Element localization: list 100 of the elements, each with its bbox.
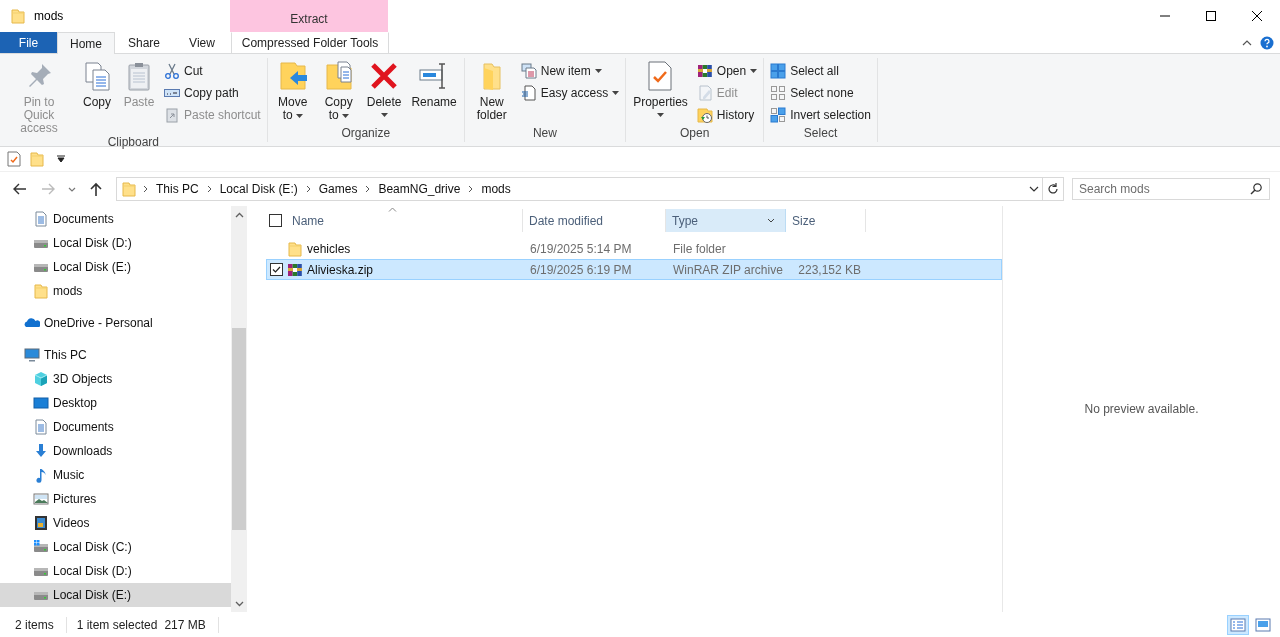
film-icon (33, 515, 49, 531)
date-modified: 6/19/2025 6:19 PM (530, 262, 632, 277)
forward-icon (40, 181, 56, 197)
nav-item[interactable]: Videos (0, 511, 231, 535)
breadcrumb[interactable]: BeamNG_drive (376, 182, 463, 196)
ribbon-command[interactable]: Copy path (161, 82, 264, 104)
preview-message: No preview available. (1084, 402, 1199, 416)
folder-icon (33, 283, 49, 299)
back-icon (12, 181, 28, 197)
file-row[interactable]: vehicles 6/19/2025 5:14 PM File folder (266, 238, 1002, 259)
select-all-checkbox[interactable] (269, 214, 282, 227)
ribbon-tab[interactable]: Compressed Folder Tools (231, 32, 389, 53)
chevron-icon (305, 185, 311, 193)
up-icon (88, 181, 104, 197)
chevron-icon (206, 185, 212, 193)
file-size: 223,152 KB (798, 262, 861, 277)
folder-icon (287, 240, 303, 257)
ribbon-command[interactable]: History (693, 104, 761, 126)
nav-item[interactable]: Documents (0, 415, 231, 439)
cube-icon (33, 371, 49, 387)
nav-item[interactable]: This PC (0, 343, 231, 367)
ribbon-group-label: Open (678, 126, 711, 142)
date-modified: 6/19/2025 5:14 PM (530, 241, 632, 256)
breadcrumb[interactable]: Games (316, 182, 360, 196)
scroll-down-icon[interactable] (234, 600, 244, 607)
ribbon-command[interactable]: Properties (629, 58, 692, 126)
nav-item[interactable]: Pictures (0, 487, 231, 511)
breadcrumb[interactable]: This PC (154, 182, 201, 196)
documents-icon (33, 419, 49, 435)
chevron-down-icon[interactable] (767, 218, 775, 223)
nav-item[interactable]: Local Disk (D:) (0, 231, 231, 255)
search-field[interactable]: Search mods (1072, 178, 1270, 200)
nav-item[interactable]: 3D Objects (0, 367, 231, 391)
ribbon-command[interactable]: Delete (362, 58, 406, 126)
nav-item[interactable]: Documents (0, 207, 231, 231)
select-all-icon (770, 63, 787, 79)
scrollbar[interactable] (231, 206, 247, 612)
ribbon-tab[interactable]: Home (57, 32, 115, 54)
edit-icon (696, 85, 713, 101)
nav-item[interactable]: OneDrive - Personal (0, 311, 231, 335)
selection-size: 217 MB (164, 617, 206, 632)
file-type: WinRAR ZIP archive (673, 262, 783, 277)
checkbox[interactable] (270, 263, 283, 276)
pictures-icon (33, 491, 49, 507)
scrollbar-thumb[interactable] (232, 328, 246, 530)
file-type: File folder (673, 241, 726, 256)
archive-icon (287, 261, 303, 278)
ribbon-tab[interactable]: File (0, 32, 57, 53)
collapse-ribbon-icon[interactable] (1242, 39, 1252, 46)
nav-item[interactable]: Music (0, 463, 231, 487)
breadcrumb[interactable]: mods (479, 182, 513, 196)
column-header[interactable]: Name (266, 209, 523, 232)
ribbon-command[interactable]: Select all (767, 60, 874, 82)
nav-item[interactable]: Local Disk (E:) (0, 255, 231, 279)
nav-item[interactable]: Local Disk (E:) (0, 583, 231, 607)
nav-item[interactable]: Downloads (0, 439, 231, 463)
ribbon-group-label: Select (802, 126, 839, 142)
column-header[interactable]: Size (786, 209, 866, 232)
breadcrumb[interactable]: Local Disk (E:) (217, 182, 300, 196)
ribbon-command[interactable]: Copy (77, 58, 117, 135)
nav-item[interactable]: Local Disk (D:) (0, 559, 231, 583)
chevron-icon (365, 185, 371, 193)
checkmark-icon (272, 266, 281, 273)
ribbon-group-label: Organize (340, 126, 392, 142)
close-icon (1252, 11, 1262, 21)
help-icon[interactable] (1260, 35, 1274, 50)
ribbon-command[interactable]: Easy access (517, 82, 623, 104)
invert-selection-icon (770, 107, 787, 123)
dropdown-icon (57, 155, 65, 163)
ribbon-command[interactable]: New folder (467, 58, 516, 126)
ribbon-command[interactable]: Open (693, 60, 761, 82)
ribbon-command[interactable]: Rename (407, 58, 461, 126)
ribbon-command[interactable]: New item (517, 60, 623, 82)
scroll-up-icon[interactable] (234, 211, 244, 218)
contextual-tab-header: Extract (230, 0, 388, 32)
address-bar[interactable]: This PC Local Disk (E:) Games BeamNG_drive mods (116, 177, 1064, 201)
ribbon-tab[interactable]: Share (115, 32, 173, 53)
properties-icon (7, 151, 21, 167)
ribbon-command[interactable]: Move to (270, 58, 315, 126)
ribbon-command[interactable]: Cut (161, 60, 264, 82)
column-header[interactable]: Type (666, 209, 786, 232)
file-row[interactable]: Alivieska.zip 6/19/2025 6:19 PM WinRAR ZIP archive 223,152 KB (266, 259, 1002, 280)
ribbon-group-label: New (531, 126, 558, 142)
chevron-down-icon (1028, 186, 1039, 192)
chevron-icon (143, 185, 148, 193)
nav-item[interactable]: mods (0, 279, 231, 303)
ribbon-command[interactable]: Select none (767, 82, 874, 104)
ribbon-command[interactable]: Copy to (316, 58, 361, 126)
nav-item[interactable]: Desktop (0, 391, 231, 415)
search-icon[interactable] (1250, 183, 1262, 195)
chevron-icon (468, 185, 474, 193)
file-name: vehicles (307, 241, 351, 256)
folder-icon (10, 8, 26, 24)
ribbon-command[interactable]: Invert selection (767, 104, 874, 126)
ribbon-tab[interactable]: View (173, 32, 231, 53)
documents-icon (33, 211, 49, 227)
folder-icon (121, 181, 137, 197)
ribbon-group-label: Clipboard (106, 135, 161, 149)
nav-item[interactable]: Local Disk (C:) (0, 535, 231, 559)
download-icon (33, 443, 49, 459)
